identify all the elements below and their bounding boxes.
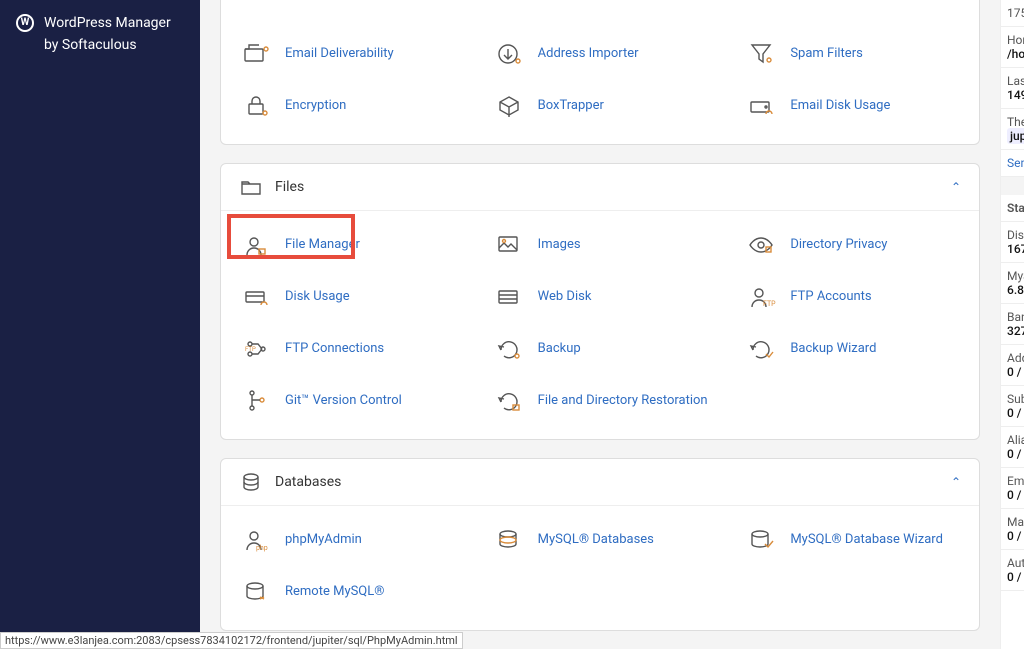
ftp-user-icon: FTP	[744, 283, 780, 311]
backup-wizard-icon	[744, 335, 780, 363]
tool-remote-mysql[interactable]: Remote MySQL®	[221, 570, 474, 614]
tool-directory-privacy[interactable]: Directory Privacy	[726, 223, 979, 267]
tool-email-deliverability[interactable]: Email Deliverability	[221, 32, 474, 76]
lock-icon	[239, 92, 275, 120]
tool-label: Remote MySQL®	[285, 584, 384, 600]
git-icon	[239, 387, 275, 415]
tool-label: Git™ Version Control	[285, 393, 402, 409]
image-icon	[492, 231, 528, 259]
panel-title: Databases	[275, 474, 341, 490]
database-icon	[239, 473, 263, 491]
tool-backup-wizard[interactable]: Backup Wizard	[726, 327, 979, 371]
folder-icon	[239, 178, 263, 196]
tool-file-manager[interactable]: File Manager	[221, 223, 474, 267]
tool-label: File Manager	[285, 237, 360, 253]
chevron-up-icon: ⌃	[951, 180, 961, 194]
mysql-wizard-icon	[744, 526, 780, 554]
tool-label: BoxTrapper	[538, 98, 604, 114]
tool-images[interactable]: Images	[474, 223, 727, 267]
svg-text:php: php	[256, 544, 268, 552]
stats-title: Stat	[1001, 195, 1024, 222]
sidebar: W WordPress Manager by Softaculous	[0, 0, 200, 649]
tool-mysql-databases[interactable]: MySQL® Databases	[474, 518, 727, 562]
remote-mysql-icon	[239, 578, 275, 606]
file-manager-icon	[239, 231, 275, 259]
tool-label: File and Directory Restoration	[538, 393, 708, 409]
tool-label: Disk Usage	[285, 289, 350, 305]
tool-ftp-connections[interactable]: FTP FTP Connections	[221, 327, 474, 371]
eye-icon	[744, 231, 780, 259]
info-label: Last	[1007, 74, 1024, 88]
disk-usage-icon	[239, 283, 275, 311]
funnel-icon	[744, 40, 780, 68]
svg-text:FTP: FTP	[763, 300, 776, 308]
databases-panel: Databases ⌃ php phpMyAdmin MySQL® Databa…	[220, 458, 980, 631]
tool-label: Email Deliverability	[285, 46, 394, 62]
chevron-up-icon: ⌃	[951, 475, 961, 489]
tool-label: FTP Connections	[285, 341, 384, 357]
tool-label: Directory Privacy	[790, 237, 887, 253]
tool-spam-filters[interactable]: Spam Filters	[726, 32, 979, 76]
import-icon	[492, 40, 528, 68]
tool-email-disk-usage[interactable]: Email Disk Usage	[726, 84, 979, 128]
svg-text:FTP: FTP	[245, 346, 256, 353]
info-label: Ther	[1007, 115, 1024, 129]
tool-mysql-db-wizard[interactable]: MySQL® Database Wizard	[726, 518, 979, 562]
tool-file-dir-restoration[interactable]: File and Directory Restoration	[474, 379, 727, 423]
box-icon	[492, 92, 528, 120]
sidebar-item-wordpress[interactable]: W WordPress Manager by Softaculous	[16, 12, 184, 57]
disk-icon	[744, 92, 780, 120]
info-link[interactable]: Serv	[1007, 156, 1024, 170]
restore-icon	[492, 387, 528, 415]
mailbox-icon	[239, 40, 275, 68]
info-section: 175 Hom/hor Last149 Therjup Serv	[1001, 0, 1024, 177]
tool-ftp-accounts[interactable]: FTP FTP Accounts	[726, 275, 979, 319]
ftp-connections-icon: FTP	[239, 335, 275, 363]
tool-label: Spam Filters	[790, 46, 862, 62]
files-panel: Files ⌃ File Manager Images Dir	[220, 163, 980, 440]
panel-title: Files	[275, 179, 304, 195]
tool-label: MySQL® Databases	[538, 532, 654, 548]
tool-label: Backup	[538, 341, 581, 357]
tool-backup[interactable]: Backup	[474, 327, 727, 371]
email-panel-partial: Email Deliverability Address Importer Sp…	[220, 0, 980, 145]
tool-label: Email Disk Usage	[790, 98, 890, 114]
backup-icon	[492, 335, 528, 363]
tool-label: Images	[538, 237, 581, 253]
info-label: Hom	[1007, 33, 1024, 47]
files-header[interactable]: Files ⌃	[221, 164, 979, 211]
tool-label: Backup Wizard	[790, 341, 876, 357]
phpmyadmin-icon: php	[239, 526, 275, 554]
stats-section: Stat Disk167 MyS6.85 Ban327 Add0 / ∞ Sub…	[1001, 195, 1024, 591]
tool-git-version-control[interactable]: Git™ Version Control	[221, 379, 474, 423]
tool-disk-usage[interactable]: Disk Usage	[221, 275, 474, 319]
tool-label: Encryption	[285, 98, 346, 114]
tool-encryption[interactable]: Encryption	[221, 84, 474, 128]
tool-web-disk[interactable]: Web Disk	[474, 275, 727, 319]
main-content: Email Deliverability Address Importer Sp…	[200, 0, 1000, 649]
web-disk-icon	[492, 283, 528, 311]
tool-boxtrapper[interactable]: BoxTrapper	[474, 84, 727, 128]
tool-label: MySQL® Database Wizard	[790, 532, 943, 548]
tool-phpmyadmin[interactable]: php phpMyAdmin	[221, 518, 474, 562]
tool-address-importer[interactable]: Address Importer	[474, 32, 727, 76]
tool-label: Address Importer	[538, 46, 639, 62]
right-info-panel: 175 Hom/hor Last149 Therjup Serv Stat Di…	[1000, 0, 1024, 649]
wordpress-icon: W	[16, 14, 34, 32]
tool-label: Web Disk	[538, 289, 592, 305]
sidebar-item-label: WordPress Manager by Softaculous	[44, 12, 184, 57]
tool-label: phpMyAdmin	[285, 532, 362, 548]
tool-label: FTP Accounts	[790, 289, 871, 305]
databases-header[interactable]: Databases ⌃	[221, 459, 979, 506]
mysql-db-icon	[492, 526, 528, 554]
status-bar-link: https://www.e3lanjea.com:2083/cpsess7834…	[0, 632, 463, 649]
